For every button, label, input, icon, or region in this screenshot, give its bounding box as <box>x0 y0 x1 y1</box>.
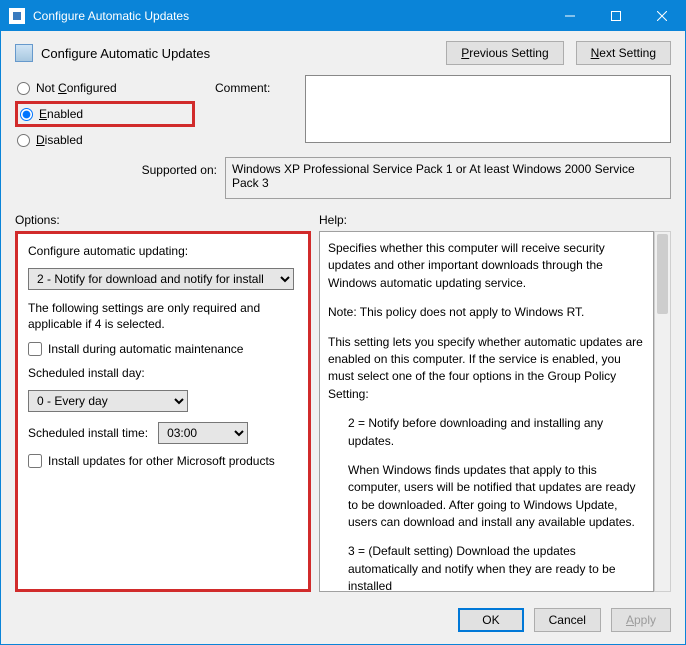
help-text: Note: This policy does not apply to Wind… <box>328 304 645 321</box>
radio-enabled-input[interactable] <box>20 108 33 121</box>
help-section-label: Help: <box>319 213 347 227</box>
other-products-checkbox-label: Install updates for other Microsoft prod… <box>48 454 275 468</box>
install-time-select[interactable]: 03:00 <box>158 422 248 444</box>
ok-button[interactable]: OK <box>458 608 523 632</box>
cancel-button[interactable]: Cancel <box>534 608 601 632</box>
maximize-button[interactable] <box>593 1 639 31</box>
maintenance-checkbox[interactable] <box>28 342 42 356</box>
titlebar: Configure Automatic Updates <box>1 1 685 31</box>
outer-scrollbar[interactable] <box>654 231 671 592</box>
radio-enabled[interactable]: Enabled <box>15 101 195 127</box>
app-icon <box>9 8 25 24</box>
comment-label: Comment: <box>215 75 305 153</box>
help-text: This setting lets you specify whether au… <box>328 334 645 404</box>
options-panel: Configure automatic updating: 2 - Notify… <box>15 231 311 592</box>
help-text: 3 = (Default setting) Download the updat… <box>328 543 645 592</box>
install-day-label: Scheduled install day: <box>28 366 298 380</box>
page-title: Configure Automatic Updates <box>41 46 446 61</box>
install-time-label: Scheduled install time: <box>28 426 148 440</box>
other-products-checkbox-row[interactable]: Install updates for other Microsoft prod… <box>28 454 298 468</box>
policy-icon <box>15 44 33 62</box>
supported-on-box: Windows XP Professional Service Pack 1 o… <box>225 157 671 199</box>
other-products-checkbox[interactable] <box>28 454 42 468</box>
help-text: When Windows finds updates that apply to… <box>328 462 645 532</box>
comment-textarea[interactable] <box>305 75 671 143</box>
install-day-select[interactable]: 0 - Every day <box>28 390 188 412</box>
maintenance-checkbox-row[interactable]: Install during automatic maintenance <box>28 342 298 356</box>
options-hint: The following settings are only required… <box>28 300 298 332</box>
close-button[interactable] <box>639 1 685 31</box>
window-title: Configure Automatic Updates <box>33 9 547 23</box>
help-text: 2 = Notify before downloading and instal… <box>328 415 645 450</box>
help-panel[interactable]: Specifies whether this computer will rec… <box>319 231 654 592</box>
configure-updating-label: Configure automatic updating: <box>28 244 298 258</box>
previous-setting-button[interactable]: Previous Setting <box>446 41 563 65</box>
minimize-button[interactable] <box>547 1 593 31</box>
radio-disabled-input[interactable] <box>17 134 30 147</box>
help-text: Specifies whether this computer will rec… <box>328 240 645 292</box>
supported-label: Supported on: <box>135 157 225 177</box>
configure-updating-select[interactable]: 2 - Notify for download and notify for i… <box>28 268 294 290</box>
radio-not-configured-input[interactable] <box>17 82 30 95</box>
radio-not-configured[interactable]: Not Configured <box>15 75 215 101</box>
options-section-label: Options: <box>15 213 319 227</box>
apply-button[interactable]: Apply <box>611 608 671 632</box>
next-setting-button[interactable]: Next Setting <box>576 41 671 65</box>
radio-disabled[interactable]: Disabled <box>15 127 215 153</box>
maintenance-checkbox-label: Install during automatic maintenance <box>48 342 243 356</box>
